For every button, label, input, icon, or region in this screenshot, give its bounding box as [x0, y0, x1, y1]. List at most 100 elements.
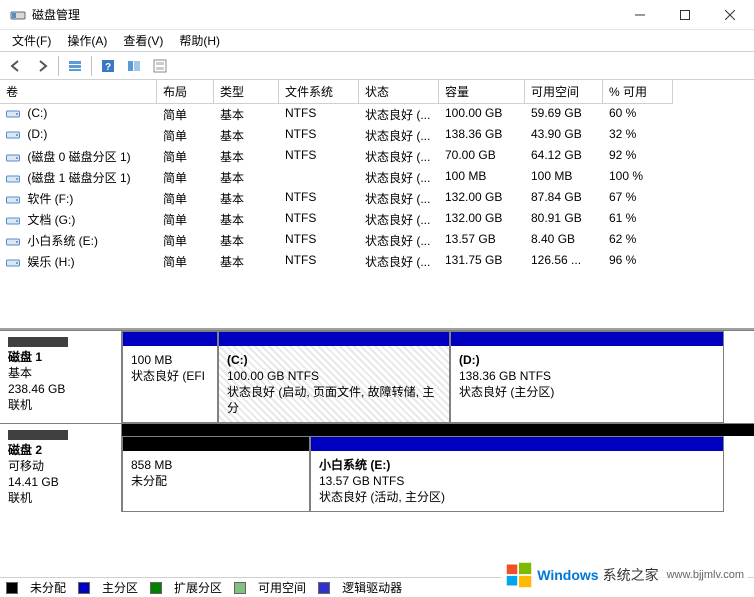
toolbar-separator	[58, 56, 59, 76]
volume-row[interactable]: 软件 (F:)简单基本NTFS状态良好 (...132.00 GB87.84 G…	[0, 188, 754, 209]
volume-list[interactable]: 卷 布局 类型 文件系统 状态 容量 可用空间 % 可用 (C:)简单基本NTF…	[0, 80, 754, 330]
legend-primary: 主分区	[102, 579, 138, 596]
legend-swatch-primary	[78, 582, 90, 594]
partition[interactable]: 858 MB未分配	[122, 436, 310, 512]
back-button[interactable]	[4, 54, 28, 78]
volume-pct: 62 %	[603, 230, 673, 251]
volume-header-row: 卷 布局 类型 文件系统 状态 容量 可用空间 % 可用	[0, 80, 754, 104]
volume-fs: NTFS	[279, 146, 359, 167]
volume-status: 状态良好 (...	[359, 251, 439, 272]
close-button[interactable]	[707, 0, 752, 29]
volume-fs: NTFS	[279, 188, 359, 209]
volume-row[interactable]: (D:)简单基本NTFS状态良好 (...138.36 GB43.90 GB32…	[0, 125, 754, 146]
volume-row[interactable]: 娱乐 (H:)简单基本NTFS状态良好 (...131.75 GB126.56 …	[0, 251, 754, 272]
volume-free: 64.12 GB	[525, 146, 603, 167]
watermark: Windows 系统之家 www.bjjmlv.com	[501, 559, 748, 591]
app-icon	[10, 7, 26, 23]
forward-button[interactable]	[30, 54, 54, 78]
volume-type: 基本	[214, 167, 279, 188]
volume-type: 基本	[214, 251, 279, 272]
volume-type: 基本	[214, 230, 279, 251]
disk-size: 14.41 GB	[8, 474, 113, 490]
menu-view[interactable]: 查看(V)	[115, 30, 171, 51]
window-controls	[617, 0, 752, 29]
help-button[interactable]: ?	[96, 54, 120, 78]
partition-color-bar	[219, 332, 449, 346]
disk-info[interactable]: 磁盘 1基本238.46 GB联机	[0, 331, 122, 423]
menu-action[interactable]: 操作(A)	[59, 30, 115, 51]
volume-row[interactable]: (磁盘 0 磁盘分区 1)简单基本NTFS状态良好 (...70.00 GB64…	[0, 146, 754, 167]
volume-layout: 简单	[157, 188, 214, 209]
disk-info[interactable]: 磁盘 2可移动14.41 GB联机	[0, 424, 122, 512]
volume-row[interactable]: 小白系统 (E:)简单基本NTFS状态良好 (...13.57 GB8.40 G…	[0, 230, 754, 251]
volume-free: 87.84 GB	[525, 188, 603, 209]
volume-row[interactable]: (C:)简单基本NTFS状态良好 (...100.00 GB59.69 GB60…	[0, 104, 754, 125]
volume-type: 基本	[214, 125, 279, 146]
legend-extended: 扩展分区	[174, 579, 222, 596]
partition-color-bar	[451, 332, 723, 346]
settings-button[interactable]	[148, 54, 172, 78]
volume-name: (磁盘 0 磁盘分区 1)	[0, 146, 157, 167]
title-bar: 磁盘管理	[0, 0, 754, 30]
watermark-url: www.bjjmlv.com	[667, 569, 744, 581]
partition[interactable]: 100 MB状态良好 (EFI	[122, 331, 218, 423]
partition-label: (C:)	[227, 352, 441, 368]
volume-capacity: 13.57 GB	[439, 230, 525, 251]
partition-size: 13.57 GB NTFS	[319, 473, 715, 489]
partition[interactable]: 小白系统 (E:)13.57 GB NTFS状态良好 (活动, 主分区)	[310, 436, 724, 512]
menu-file[interactable]: 文件(F)	[4, 30, 59, 51]
volume-fs: NTFS	[279, 125, 359, 146]
volume-free: 43.90 GB	[525, 125, 603, 146]
partition-size: 100.00 GB NTFS	[227, 368, 441, 384]
minimize-button[interactable]	[617, 0, 662, 29]
volume-pct: 60 %	[603, 104, 673, 125]
partition[interactable]: (D:)138.36 GB NTFS状态良好 (主分区)	[450, 331, 724, 423]
watermark-text: 系统之家	[603, 565, 659, 585]
legend-swatch-unallocated	[6, 582, 18, 594]
col-layout[interactable]: 布局	[157, 80, 214, 104]
partition-status: 状态良好 (EFI	[131, 368, 209, 384]
legend-swatch-free	[234, 582, 246, 594]
volume-row[interactable]: (磁盘 1 磁盘分区 1)简单基本状态良好 (...100 MB100 MB10…	[0, 167, 754, 188]
volume-name: 娱乐 (H:)	[0, 251, 157, 272]
col-capacity[interactable]: 容量	[439, 80, 525, 104]
partition-body: 858 MB未分配	[123, 451, 309, 511]
volume-status: 状态良好 (...	[359, 209, 439, 230]
watermark-brand: Windows	[537, 567, 598, 583]
volume-capacity: 131.75 GB	[439, 251, 525, 272]
maximize-button[interactable]	[662, 0, 707, 29]
view-list-button[interactable]	[63, 54, 87, 78]
legend-unallocated: 未分配	[30, 579, 66, 596]
menu-help[interactable]: 帮助(H)	[171, 30, 228, 51]
legend-free: 可用空间	[258, 579, 306, 596]
volume-row[interactable]: 文档 (G:)简单基本NTFS状态良好 (...132.00 GB80.91 G…	[0, 209, 754, 230]
volume-layout: 简单	[157, 167, 214, 188]
col-volume[interactable]: 卷	[0, 80, 157, 104]
partition-status: 状态良好 (启动, 页面文件, 故障转储, 主分	[227, 384, 441, 416]
partition[interactable]: (C:)100.00 GB NTFS状态良好 (启动, 页面文件, 故障转储, …	[218, 331, 450, 423]
volume-layout: 简单	[157, 209, 214, 230]
disk-name: 磁盘 1	[8, 349, 113, 365]
volume-layout: 简单	[157, 251, 214, 272]
col-type[interactable]: 类型	[214, 80, 279, 104]
disk-graphical-panel[interactable]: 磁盘 1基本238.46 GB联机100 MB状态良好 (EFI (C:)100…	[0, 330, 754, 577]
volume-free: 80.91 GB	[525, 209, 603, 230]
col-status[interactable]: 状态	[359, 80, 439, 104]
col-free[interactable]: 可用空间	[525, 80, 603, 104]
volume-fs	[279, 167, 359, 188]
volume-pct: 32 %	[603, 125, 673, 146]
volume-name: (D:)	[0, 125, 157, 146]
volume-status: 状态良好 (...	[359, 188, 439, 209]
volume-type: 基本	[214, 188, 279, 209]
volume-status: 状态良好 (...	[359, 146, 439, 167]
volume-fs: NTFS	[279, 104, 359, 125]
partition-label: (D:)	[459, 352, 715, 368]
col-fs[interactable]: 文件系统	[279, 80, 359, 104]
disk-partitions: 100 MB状态良好 (EFI (C:)100.00 GB NTFS状态良好 (…	[122, 331, 754, 423]
disk-status: 联机	[8, 397, 113, 413]
view-graphical-button[interactable]	[122, 54, 146, 78]
content-area: 卷 布局 类型 文件系统 状态 容量 可用空间 % 可用 (C:)简单基本NTF…	[0, 80, 754, 577]
col-pct[interactable]: % 可用	[603, 80, 673, 104]
volume-fs: NTFS	[279, 251, 359, 272]
legend-logical: 逻辑驱动器	[342, 579, 402, 596]
